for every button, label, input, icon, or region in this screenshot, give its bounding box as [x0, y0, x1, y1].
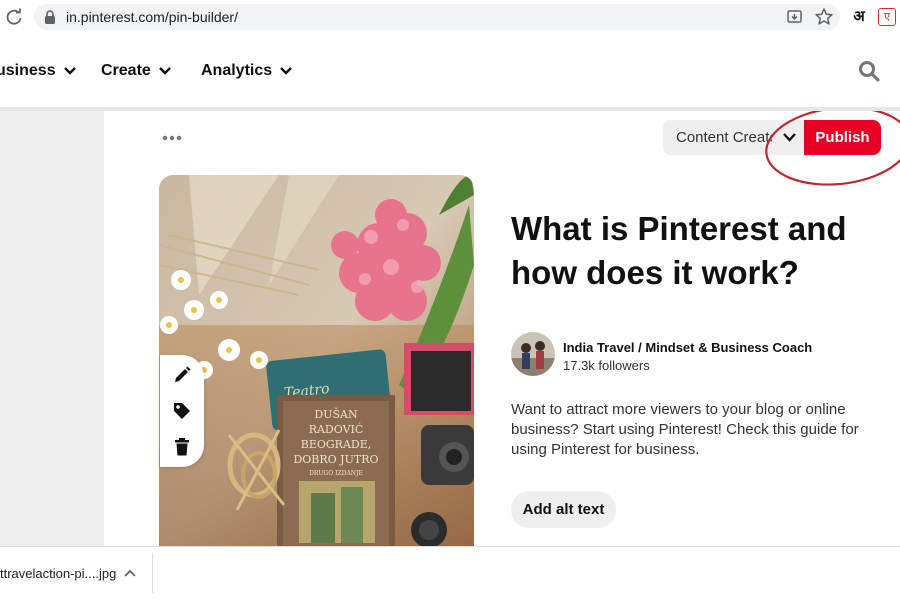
chevron-down-icon — [783, 133, 796, 142]
follower-count: 17.3k followers — [563, 358, 650, 373]
trash-icon[interactable] — [172, 437, 192, 457]
board-name: Content Creators — [676, 129, 772, 146]
pin-description[interactable]: Want to attract more viewers to your blo… — [511, 400, 861, 460]
board-dropdown[interactable]: Content Creators — [663, 120, 807, 155]
avatar-photo — [511, 332, 555, 376]
browser-toolbar: in.pinterest.com/pin-builder/ अ ए — [0, 0, 900, 35]
chevron-up-icon[interactable] — [124, 569, 136, 577]
pin-photo-illustration: Teatro DUŠAN RADOVIĆ BEOGRADE, DOBRO JUT… — [159, 175, 474, 546]
add-alt-text-button[interactable]: Add alt text — [511, 491, 616, 528]
book-title-line2: BEOGRADE, — [301, 438, 372, 451]
book-title-line1: RADOVIĆ — [309, 422, 364, 436]
download-shelf: ttravelaction-pi....jpg — [0, 546, 900, 601]
nav-create-label: Create — [101, 62, 151, 79]
lock-icon — [45, 10, 55, 24]
book-author: DUŠAN — [314, 407, 358, 421]
more-options-icon[interactable] — [162, 135, 182, 141]
profile-name[interactable]: India Travel / Mindset & Business Coach — [563, 340, 812, 355]
nav-business[interactable]: usiness — [0, 62, 76, 80]
tag-icon[interactable] — [172, 401, 192, 421]
nav-analytics-label: Analytics — [201, 62, 273, 79]
chevron-down-icon — [158, 67, 171, 75]
divider — [152, 553, 153, 593]
download-filename[interactable]: ttravelaction-pi....jpg — [0, 566, 116, 581]
site-header: usiness Create Analytics — [0, 34, 900, 107]
book-title-line3: DOBRO JUTRO — [293, 453, 378, 466]
address-bar[interactable]: in.pinterest.com/pin-builder/ — [34, 4, 840, 30]
extension-hindi-icon[interactable]: अ — [850, 6, 868, 26]
chevron-down-icon — [280, 67, 292, 75]
url-text[interactable]: in.pinterest.com/pin-builder/ — [66, 9, 238, 25]
reload-icon[interactable] — [4, 7, 24, 27]
nav-create[interactable]: Create — [101, 62, 171, 80]
extension-red-icon[interactable]: ए — [878, 8, 896, 26]
pin-title[interactable]: What is Pinterest and how does it work? — [511, 207, 871, 295]
publish-button[interactable]: Publish — [804, 120, 881, 155]
pin-builder-panel: Content Creators Publish — [104, 111, 900, 546]
search-icon[interactable] — [858, 60, 880, 82]
image-edit-toolbar — [160, 355, 204, 467]
pencil-icon[interactable] — [172, 365, 192, 385]
nav-analytics[interactable]: Analytics — [201, 62, 292, 80]
avatar[interactable] — [511, 332, 555, 376]
book-edition: DRUGO IZDANJE — [309, 470, 363, 477]
pin-image: Teatro DUŠAN RADOVIĆ BEOGRADE, DOBRO JUT… — [159, 175, 474, 546]
install-app-icon[interactable] — [786, 8, 804, 26]
chevron-down-icon — [63, 67, 76, 75]
nav-business-label: usiness — [0, 62, 56, 79]
bookmark-star-icon[interactable] — [814, 7, 834, 27]
